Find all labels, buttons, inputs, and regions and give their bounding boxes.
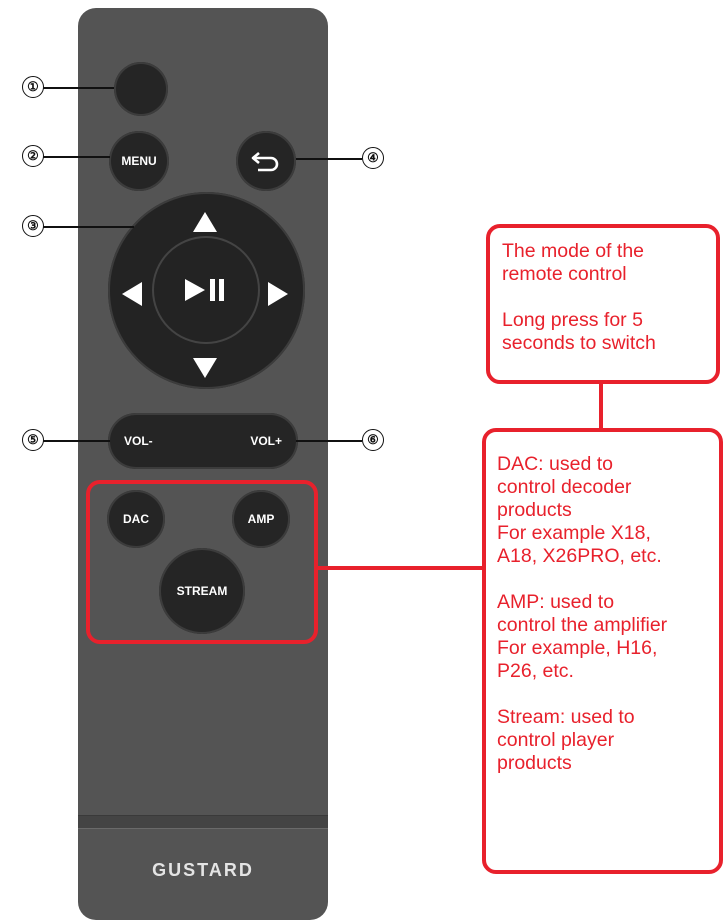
details-note-line: For example, H16, bbox=[497, 637, 658, 659]
mode-note-text: The mode of the remote control Long pres… bbox=[502, 240, 712, 355]
callout-6: ⑥ bbox=[362, 429, 384, 451]
details-note-line: For example X18, bbox=[497, 522, 651, 544]
power-button[interactable] bbox=[114, 62, 168, 116]
leader-line-2 bbox=[42, 156, 110, 158]
vol-plus-button[interactable]: VOL+ bbox=[250, 434, 282, 448]
details-note-line: control the amplifier bbox=[497, 614, 668, 636]
down-arrow-icon[interactable] bbox=[193, 358, 217, 378]
details-note-line: AMP: used to bbox=[497, 591, 615, 613]
details-note-line: control player bbox=[497, 729, 615, 751]
callout-1: ① bbox=[22, 76, 44, 98]
back-arrow-icon bbox=[250, 150, 282, 172]
play-pause-icon bbox=[183, 278, 229, 302]
mode-note-line: The mode of the bbox=[502, 240, 645, 262]
connector-line-vertical bbox=[599, 384, 603, 430]
details-note-line: products bbox=[497, 499, 572, 521]
remote-seam bbox=[78, 815, 328, 829]
brand-logo: GUSTARD bbox=[152, 860, 254, 880]
details-note-line: products bbox=[497, 752, 572, 774]
leader-line-3 bbox=[42, 226, 134, 228]
vol-minus-button[interactable]: VOL- bbox=[124, 434, 153, 448]
details-note-line: control decoder bbox=[497, 476, 632, 498]
menu-button[interactable]: MENU bbox=[109, 131, 169, 191]
play-pause-button[interactable] bbox=[154, 238, 258, 342]
volume-rocker[interactable]: VOL- VOL+ bbox=[108, 413, 298, 469]
details-note-line: P26, etc. bbox=[497, 660, 574, 682]
mode-note-line: remote control bbox=[502, 263, 627, 285]
leader-line-6 bbox=[296, 440, 362, 442]
leader-line-4 bbox=[296, 158, 362, 160]
details-note-text: DAC: used to control decoder products Fo… bbox=[497, 453, 719, 775]
leader-line-1 bbox=[42, 87, 114, 89]
details-note-line: DAC: used to bbox=[497, 453, 613, 475]
menu-button-label: MENU bbox=[121, 154, 157, 168]
mode-note-line: seconds to switch bbox=[502, 332, 656, 354]
details-note-line: A18, X26PRO, etc. bbox=[497, 545, 662, 567]
leader-line-5 bbox=[42, 440, 110, 442]
callout-5: ⑤ bbox=[22, 429, 44, 451]
right-arrow-icon[interactable] bbox=[268, 282, 288, 306]
left-arrow-icon[interactable] bbox=[122, 282, 142, 306]
back-button[interactable] bbox=[236, 131, 296, 191]
details-note-line: Stream: used to bbox=[497, 706, 635, 728]
callout-2: ② bbox=[22, 145, 44, 167]
mode-note-line: Long press for 5 bbox=[502, 309, 643, 331]
connector-line-horizontal bbox=[318, 566, 486, 570]
mode-buttons-highlight bbox=[86, 480, 318, 644]
up-arrow-icon[interactable] bbox=[193, 212, 217, 232]
callout-4: ④ bbox=[362, 147, 384, 169]
callout-3: ③ bbox=[22, 215, 44, 237]
